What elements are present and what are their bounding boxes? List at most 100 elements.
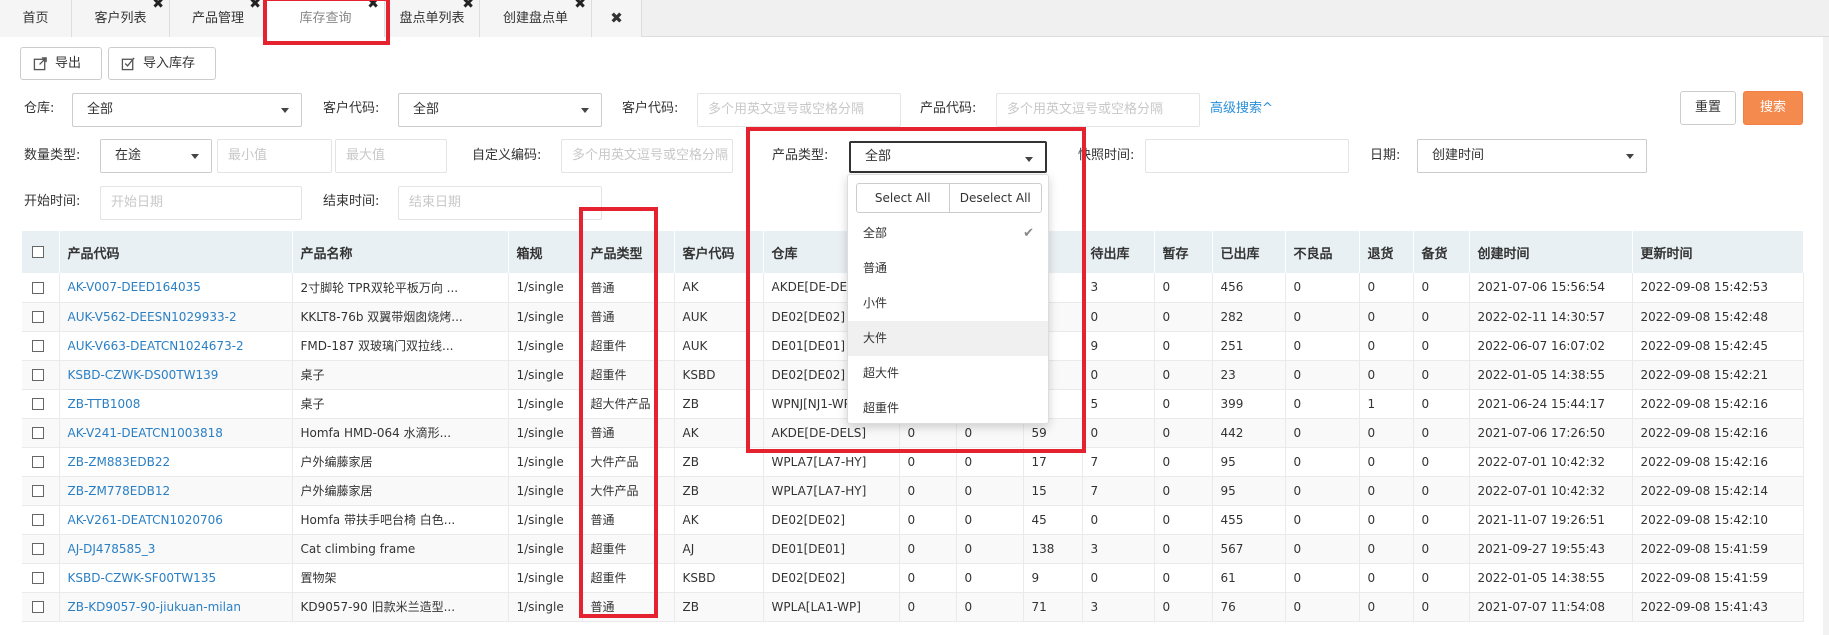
product-code-link[interactable]: AUK-V663-DEATCN1024673-2	[59, 331, 293, 361]
product-code-link[interactable]: ZB-TTB1008	[59, 389, 293, 419]
tab-customer-list[interactable]: 客户列表 ✖	[72, 0, 170, 37]
close-icon[interactable]: ✖	[462, 0, 474, 15]
row-checkbox[interactable]	[32, 456, 44, 468]
row-checkbox[interactable]	[32, 485, 44, 497]
product-code-link[interactable]: AJ-DJ478585_3	[59, 534, 293, 564]
column-header[interactable]: 备货	[1413, 231, 1470, 273]
product-code-link[interactable]: AK-V007-DEED164035	[59, 273, 293, 303]
max-value-input[interactable]: 最大值	[335, 139, 447, 173]
product-code-link[interactable]: AUK-V562-DEESN1029933-2	[59, 302, 293, 332]
row-checkbox-cell[interactable]	[22, 360, 60, 390]
date-label: 日期:	[1370, 148, 1401, 163]
reset-button[interactable]: 重置	[1680, 91, 1736, 125]
column-header[interactable]: 创建时间	[1469, 231, 1633, 273]
row-checkbox[interactable]	[32, 572, 44, 584]
row-checkbox[interactable]	[32, 398, 44, 410]
column-header[interactable]: 暂存	[1154, 231, 1213, 273]
row-checkbox-cell[interactable]	[22, 418, 60, 448]
table-cell: 0	[1154, 592, 1213, 622]
row-checkbox[interactable]	[32, 340, 44, 352]
vertical-scrollbar[interactable]	[1823, 37, 1829, 635]
date-type-select[interactable]: 创建时间	[1417, 139, 1647, 173]
row-checkbox-cell[interactable]	[22, 505, 60, 535]
column-header[interactable]: 产品名称	[292, 231, 509, 273]
custom-code-input[interactable]: 多个用英文逗号或空格分隔	[561, 139, 733, 173]
tab-stocktake-list[interactable]: 盘点单列表 ✖	[385, 0, 480, 37]
export-button[interactable]: 导出	[20, 47, 102, 80]
warehouse-select[interactable]: 全部	[72, 93, 302, 127]
row-checkbox-cell[interactable]	[22, 563, 60, 593]
select-all-cell[interactable]	[22, 231, 60, 273]
row-checkbox[interactable]	[32, 601, 44, 613]
caret-down-icon	[1626, 154, 1634, 159]
search-button[interactable]: 搜索	[1743, 91, 1803, 125]
row-checkbox-cell[interactable]	[22, 534, 60, 564]
close-icon[interactable]: ✖	[574, 0, 586, 15]
product-code-input[interactable]: 多个用英文逗号或空格分隔	[996, 93, 1200, 127]
column-header[interactable]: 不良品	[1285, 231, 1360, 273]
row-checkbox-cell[interactable]	[22, 331, 60, 361]
row-checkbox-cell[interactable]	[22, 447, 60, 477]
product-code-link[interactable]: KSBD-CZWK-SF00TW135	[59, 563, 293, 593]
min-value-input[interactable]: 最小值	[217, 139, 332, 173]
snapshot-time-input[interactable]	[1145, 139, 1349, 173]
row-checkbox[interactable]	[32, 281, 44, 294]
start-date-input[interactable]: 开始日期	[100, 186, 302, 220]
advanced-search-link[interactable]: 高级搜索^	[1210, 99, 1273, 119]
product-code-link[interactable]: ZB-ZM883EDB22	[59, 447, 293, 477]
table-cell: 0	[1359, 302, 1414, 332]
column-header[interactable]: 产品代码	[59, 231, 293, 273]
column-header[interactable]: 更新时间	[1632, 231, 1804, 273]
table-cell: 1/single	[508, 331, 583, 361]
row-checkbox[interactable]	[32, 543, 44, 555]
end-date-input[interactable]: 结束日期	[398, 186, 602, 220]
close-all-tabs-icon[interactable]: ✖	[592, 0, 642, 37]
customer-code-input[interactable]: 多个用英文逗号或空格分隔	[697, 93, 901, 127]
column-header[interactable]: 待出库	[1082, 231, 1155, 273]
row-checkbox-cell[interactable]	[22, 476, 60, 506]
close-icon[interactable]: ✖	[152, 0, 164, 15]
table-cell: 2021-07-07 11:54:08	[1469, 592, 1633, 622]
table-row[interactable]: AK-V261-DEATCN1020706 Homfa 带扶手吧台椅 白色... 1…	[22, 505, 1804, 535]
table-cell: 1/single	[508, 534, 583, 564]
tab-home[interactable]: 首页	[0, 0, 72, 37]
close-icon[interactable]: ✖	[249, 0, 261, 15]
product-code-link[interactable]: ZB-KD9057-90-jiukuan-milan	[59, 592, 293, 622]
table-cell: 1/single	[508, 447, 583, 477]
row-checkbox[interactable]	[32, 514, 44, 526]
column-header[interactable]: 箱规	[508, 231, 583, 273]
table-row[interactable]: ZB-ZM778EDB12 户外编藤家居 1/single 大件产品 ZB WPLA7[L…	[22, 476, 1804, 506]
import-inventory-button[interactable]: 导入库存	[108, 47, 216, 80]
table-cell: 442	[1212, 418, 1286, 448]
row-checkbox[interactable]	[32, 369, 44, 381]
table-cell: 567	[1212, 534, 1286, 564]
product-code-link[interactable]: KSBD-CZWK-DS00TW139	[59, 360, 293, 390]
row-checkbox[interactable]	[32, 311, 44, 323]
row-checkbox-cell[interactable]	[22, 389, 60, 419]
row-checkbox-cell[interactable]	[22, 302, 60, 332]
column-header[interactable]: 已出库	[1212, 231, 1286, 273]
table-cell: 2022-09-08 15:41:43	[1632, 592, 1804, 622]
snapshot-time-label: 快照时间:	[1078, 148, 1135, 163]
product-code-link[interactable]: AK-V241-DEATCN1003818	[59, 418, 293, 448]
column-header[interactable]: 退货	[1359, 231, 1414, 273]
table-cell: 0	[1082, 360, 1155, 390]
product-code-link[interactable]: ZB-ZM778EDB12	[59, 476, 293, 506]
tab-product-management[interactable]: 产品管理 ✖	[170, 0, 267, 37]
row-checkbox-cell[interactable]	[22, 592, 60, 622]
table-row[interactable]: ZB-KD9057-90-jiukuan-milan KD9057-90 旧款米兰…	[22, 592, 1804, 622]
table-cell: 0	[1359, 273, 1414, 303]
row-checkbox[interactable]	[32, 427, 44, 439]
tab-create-stocktake[interactable]: 创建盘点单 ✖	[480, 0, 592, 37]
table-row[interactable]: KSBD-CZWK-SF00TW135 置物架 1/single 超重件 KSBD DE0…	[22, 563, 1804, 593]
customer-code-select[interactable]: 全部	[398, 93, 602, 127]
table-cell: 0	[956, 476, 1024, 506]
table-cell: 2022-09-08 15:42:14	[1632, 476, 1804, 506]
product-code-link[interactable]: AK-V261-DEATCN1020706	[59, 505, 293, 535]
caret-down-icon	[281, 108, 289, 113]
row-checkbox-cell[interactable]	[22, 273, 60, 303]
select-all-checkbox[interactable]	[32, 246, 44, 258]
qty-type-select[interactable]: 在途	[100, 139, 212, 173]
table-cell: Cat climbing frame	[292, 534, 509, 564]
table-row[interactable]: AJ-DJ478585_3 Cat climbing frame 1/single 超…	[22, 534, 1804, 564]
